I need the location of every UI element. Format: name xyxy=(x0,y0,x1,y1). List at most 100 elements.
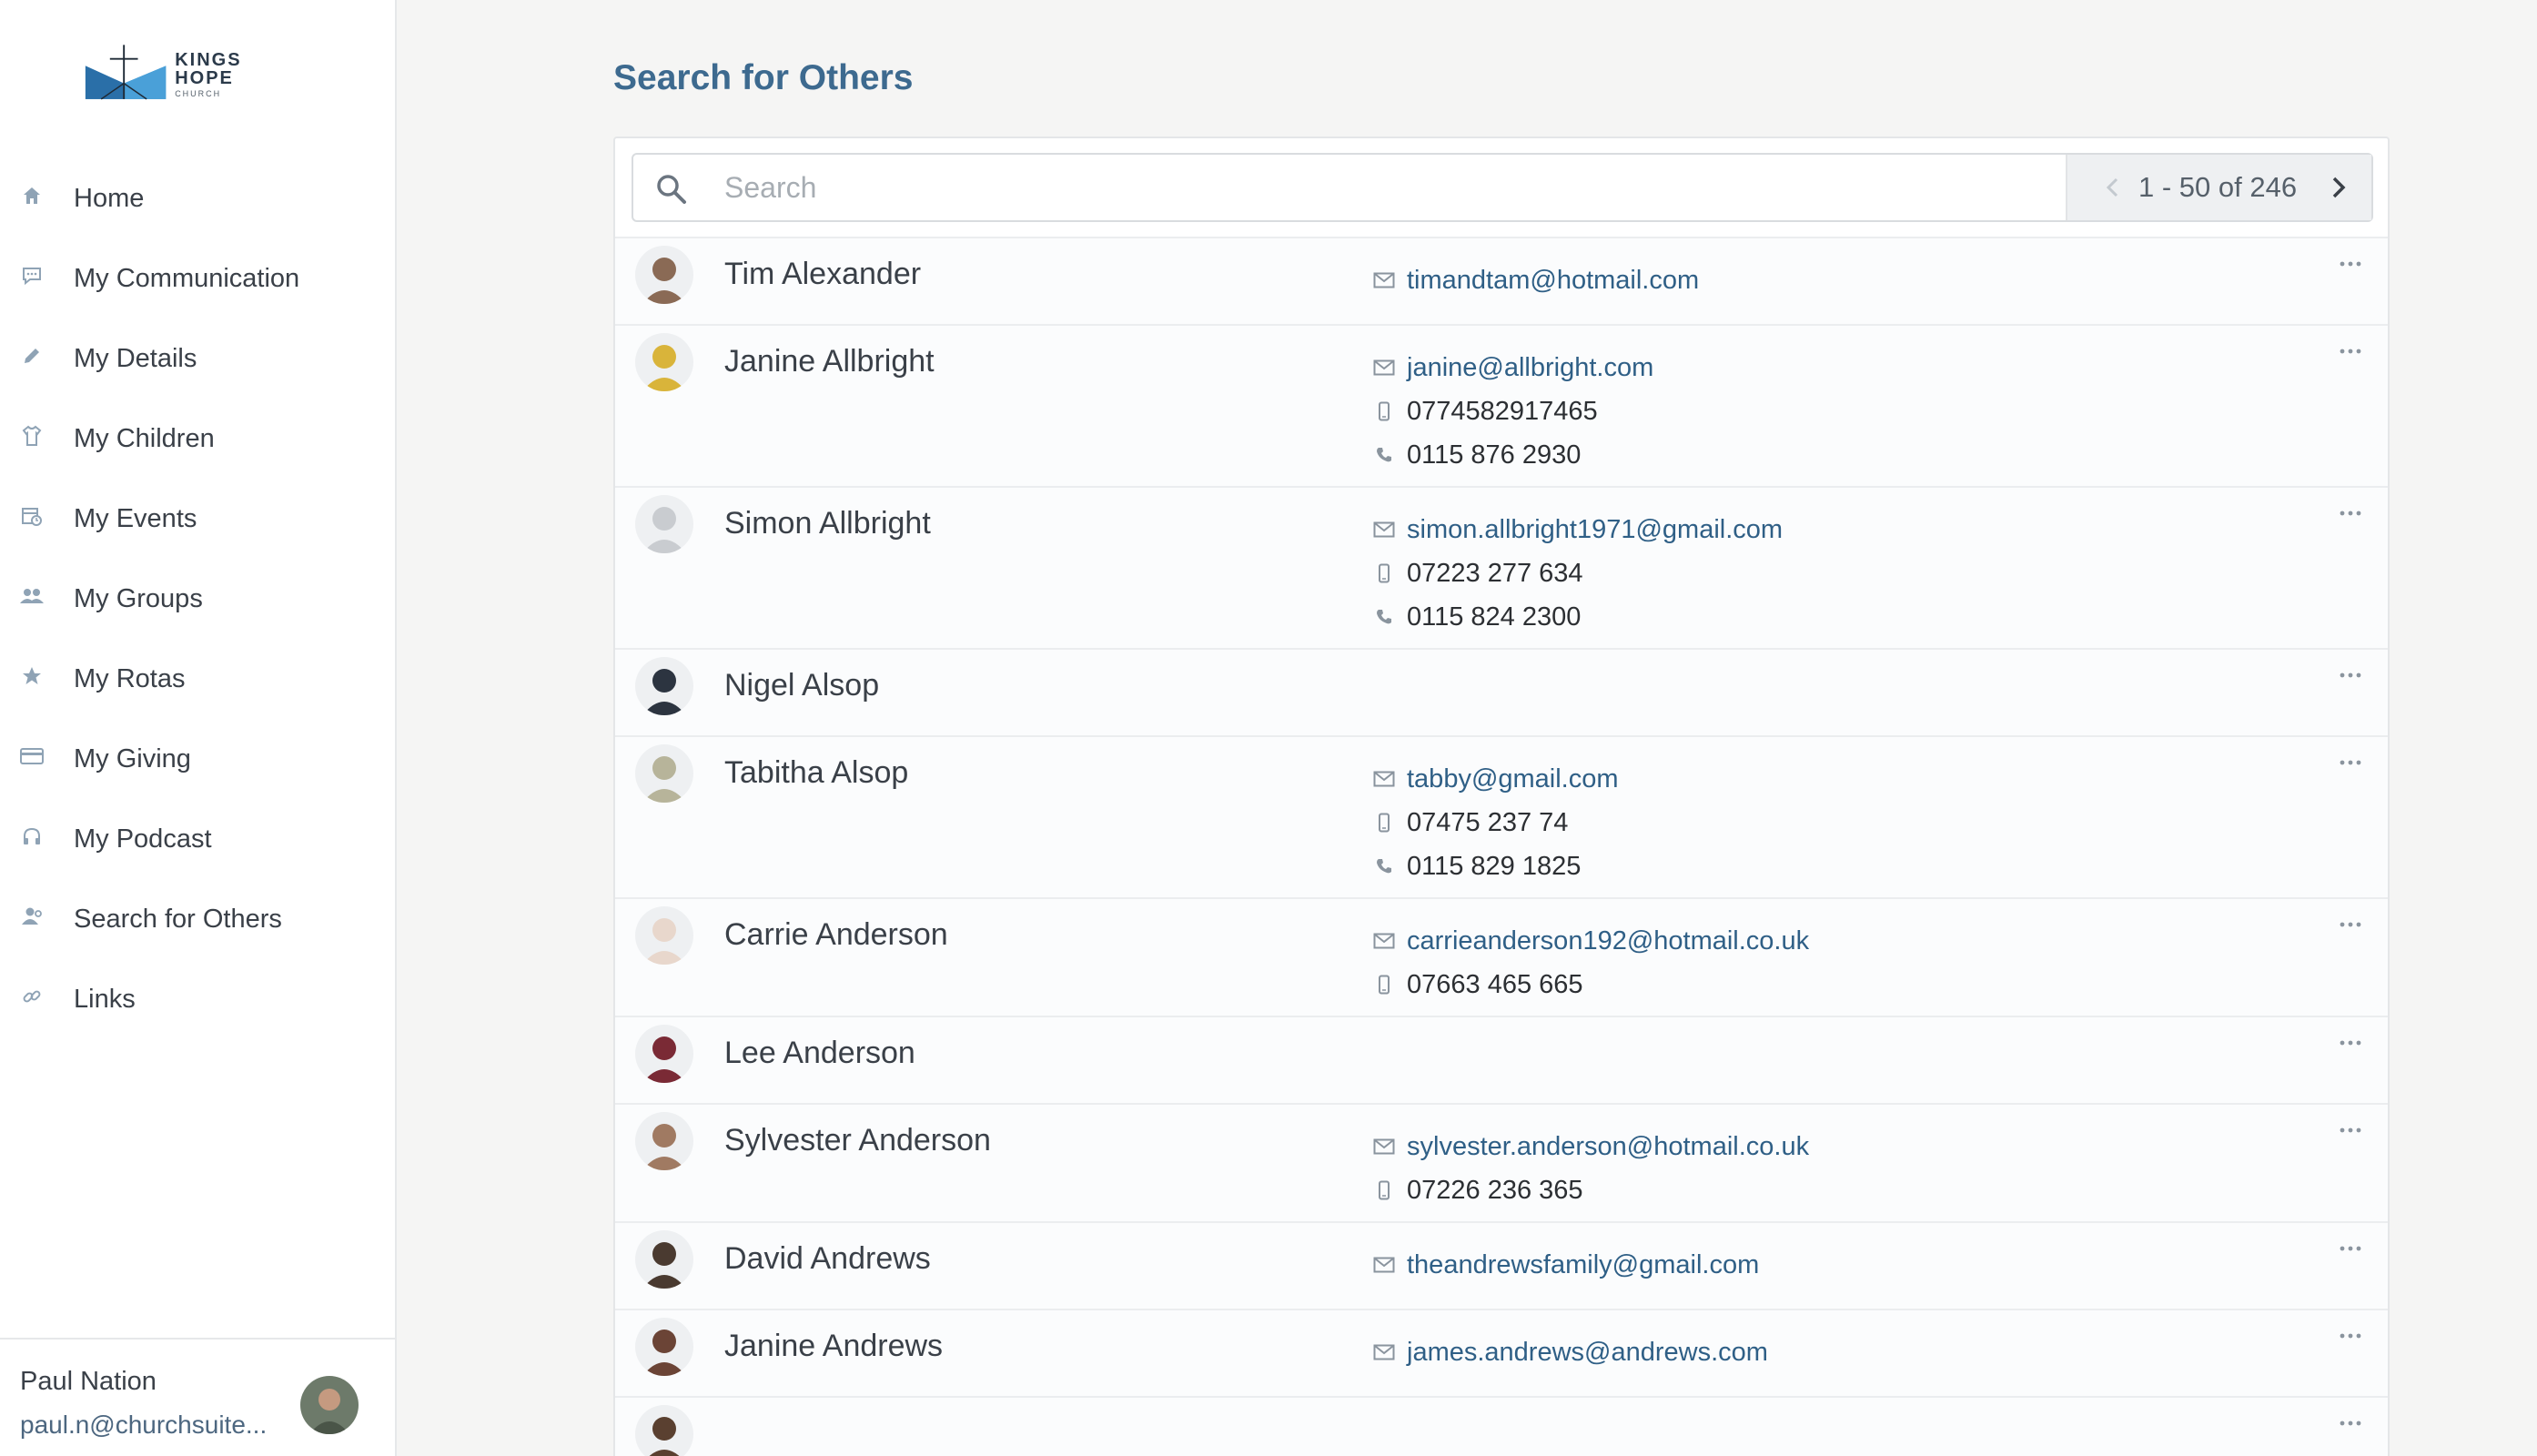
sidebar-item-search-for-others[interactable]: Search for Others xyxy=(0,881,397,961)
sidebar-item-my-giving[interactable]: My Giving xyxy=(0,721,397,801)
search-icon xyxy=(653,171,690,207)
email-value[interactable]: tabby@gmail.com xyxy=(1407,764,1619,794)
star-icon xyxy=(20,664,44,688)
sidebar-item-my-podcast[interactable]: My Podcast xyxy=(0,801,397,881)
sidebar-item-home[interactable]: Home xyxy=(0,160,397,240)
contact-details: james.andrews@andrews.com xyxy=(1370,1330,1768,1374)
email-value[interactable]: timandtam@hotmail.com xyxy=(1407,266,1699,296)
chevron-right-icon[interactable] xyxy=(2324,173,2353,202)
email-line[interactable]: timandtam@hotmail.com xyxy=(1370,258,1699,302)
more-options-icon[interactable] xyxy=(2337,1239,2364,1258)
avatar[interactable] xyxy=(635,1318,693,1376)
sidebar-item-label: Home xyxy=(74,184,145,213)
email-value[interactable]: theandrewsfamily@gmail.com xyxy=(1407,1250,1759,1280)
sidebar-item-my-communication[interactable]: My Communication xyxy=(0,240,397,320)
email-value[interactable]: simon.allbright1971@gmail.com xyxy=(1407,515,1783,545)
contact-details: sylvester.anderson@hotmail.co.uk 07226 23… xyxy=(1370,1125,1809,1212)
more-options-icon[interactable] xyxy=(2337,1121,2364,1139)
avatar[interactable] xyxy=(635,744,693,803)
more-options-icon[interactable] xyxy=(2337,915,2364,934)
sidebar-item-label: My Podcast xyxy=(74,824,212,854)
avatar[interactable] xyxy=(635,333,693,391)
mobile-phone-icon xyxy=(1370,972,1398,997)
sidebar-item-my-events[interactable]: My Events xyxy=(0,480,397,561)
avatar[interactable] xyxy=(635,906,693,965)
table-row[interactable]: Carrie Anderson carrieanderson192@hotmail… xyxy=(615,897,2388,1016)
table-row[interactable]: Tabitha Alsop tabby@gmail.com 07475 237 74… xyxy=(615,735,2388,897)
email-value[interactable]: janine@allbright.com xyxy=(1407,353,1653,383)
email-line[interactable]: simon.allbright1971@gmail.com xyxy=(1370,508,1783,551)
table-row[interactable]: Janine Andrews james.andrews@andrews.com xyxy=(615,1309,2388,1396)
avatar[interactable] xyxy=(300,1376,359,1434)
sidebar-item-links[interactable]: Links xyxy=(0,961,397,1041)
person-name[interactable]: Tim Alexander xyxy=(724,257,921,292)
contact-details: timandtam@hotmail.com xyxy=(1370,258,1699,302)
mobile-value: 0774582917465 xyxy=(1407,396,1598,426)
avatar[interactable] xyxy=(635,1112,693,1170)
phone-line: 0115 824 2300 xyxy=(1370,595,1783,639)
more-options-icon[interactable] xyxy=(2337,255,2364,273)
chevron-left-icon[interactable] xyxy=(2100,175,2126,200)
person-name[interactable]: David Andrews xyxy=(724,1241,931,1277)
sidebar-item-label: My Children xyxy=(74,424,215,453)
avatar[interactable] xyxy=(635,1230,693,1289)
user-profile[interactable]: Paul Nation paul.n@churchsuite... xyxy=(0,1338,397,1456)
email-line[interactable]: tabby@gmail.com xyxy=(1370,757,1619,801)
more-options-icon[interactable] xyxy=(2337,1414,2364,1432)
contact-details: theandrewsfamily@gmail.com xyxy=(1370,1243,1759,1287)
email-value[interactable]: james.andrews@andrews.com xyxy=(1407,1338,1768,1368)
more-options-icon[interactable] xyxy=(2337,753,2364,772)
person-name[interactable]: Janine Andrews xyxy=(724,1329,943,1364)
person-name[interactable]: Simon Allbright xyxy=(724,506,931,541)
more-options-icon[interactable] xyxy=(2337,342,2364,360)
mobile-value: 07475 237 74 xyxy=(1407,807,1569,837)
church-logo[interactable]: KINGS HOPE CHURCH xyxy=(84,40,302,109)
person-name[interactable]: Janine Allbright xyxy=(724,344,935,379)
avatar[interactable] xyxy=(635,657,693,715)
search-bar: 1 - 50 of 246 xyxy=(632,153,2373,222)
sidebar-item-my-details[interactable]: My Details xyxy=(0,320,397,400)
pencil-icon xyxy=(20,344,44,368)
email-line[interactable]: carrieanderson192@hotmail.co.uk xyxy=(1370,919,1809,963)
person-name[interactable]: Carrie Anderson xyxy=(724,917,948,953)
person-name[interactable]: Sylvester Anderson xyxy=(724,1123,991,1158)
sidebar-item-my-rotas[interactable]: My Rotas xyxy=(0,641,397,721)
table-row[interactable]: David Andrews theandrewsfamily@gmail.com xyxy=(615,1221,2388,1309)
table-row[interactable]: Lee Anderson xyxy=(615,1016,2388,1103)
mobile-line: 07223 277 634 xyxy=(1370,551,1783,595)
table-row[interactable]: Sylvester Anderson sylvester.anderson@hot… xyxy=(615,1103,2388,1221)
phone-icon xyxy=(1370,854,1398,879)
sidebar-item-my-groups[interactable]: My Groups xyxy=(0,561,397,641)
table-row[interactable]: Tim Alexander timandtam@hotmail.com xyxy=(615,237,2388,324)
table-row[interactable]: Nigel Alsop xyxy=(615,648,2388,735)
person-name[interactable]: Nigel Alsop xyxy=(724,668,879,703)
sidebar-item-label: My Groups xyxy=(74,584,203,613)
email-value[interactable]: carrieanderson192@hotmail.co.uk xyxy=(1407,926,1809,956)
table-row[interactable]: Simon Allbright simon.allbright1971@gmail… xyxy=(615,486,2388,648)
sidebar-item-label: Links xyxy=(74,985,136,1014)
email-value[interactable]: sylvester.anderson@hotmail.co.uk xyxy=(1407,1132,1809,1162)
more-options-icon[interactable] xyxy=(2337,1034,2364,1052)
avatar[interactable] xyxy=(635,1405,693,1456)
email-line[interactable]: james.andrews@andrews.com xyxy=(1370,1330,1768,1374)
avatar[interactable] xyxy=(635,246,693,304)
pagination: 1 - 50 of 246 xyxy=(2066,155,2371,220)
chat-icon xyxy=(20,264,44,288)
mobile-phone-icon xyxy=(1370,561,1398,586)
more-options-icon[interactable] xyxy=(2337,1327,2364,1345)
table-row[interactable]: Janine Allbright janine@allbright.com 0774… xyxy=(615,324,2388,486)
contact-details: janine@allbright.com 0774582917465 0115 87… xyxy=(1370,346,1653,477)
email-line[interactable]: janine@allbright.com xyxy=(1370,346,1653,389)
more-options-icon[interactable] xyxy=(2337,666,2364,684)
email-line[interactable]: theandrewsfamily@gmail.com xyxy=(1370,1243,1759,1287)
person-name[interactable]: Lee Anderson xyxy=(724,1036,915,1071)
logo-subtitle: CHURCH xyxy=(175,89,222,98)
avatar[interactable] xyxy=(635,495,693,553)
email-line[interactable]: sylvester.anderson@hotmail.co.uk xyxy=(1370,1125,1809,1168)
search-input[interactable] xyxy=(724,164,1998,211)
avatar[interactable] xyxy=(635,1025,693,1083)
sidebar-item-my-children[interactable]: My Children xyxy=(0,400,397,480)
more-options-icon[interactable] xyxy=(2337,504,2364,522)
person-name[interactable]: Tabitha Alsop xyxy=(724,755,908,791)
table-row[interactable] xyxy=(615,1396,2388,1456)
